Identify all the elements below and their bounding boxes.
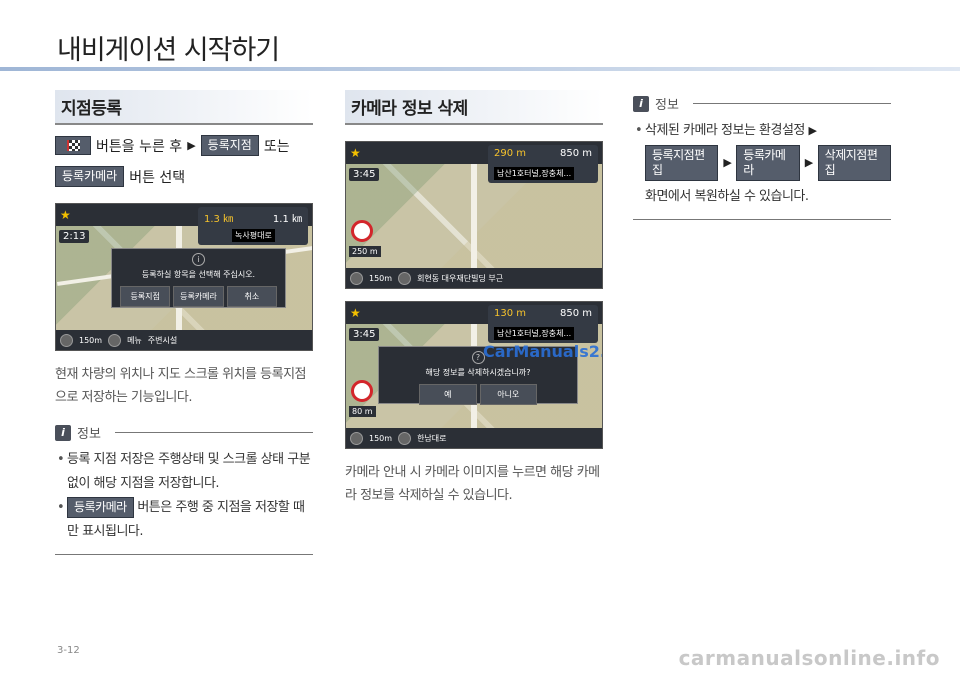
compass-icon[interactable] <box>60 333 73 347</box>
star-icon: ★ <box>60 208 71 222</box>
bottom-bar: 150m 메뉴 주변시설 <box>56 330 312 350</box>
description: 현재 차량의 위치나 지도 스크롤 위치를 등록지점으로 저장하는 기능입니다. <box>55 367 307 405</box>
info-label: 정보 <box>77 427 101 442</box>
volume-icon[interactable] <box>108 333 122 347</box>
arrow-right-icon: ▶ <box>808 124 817 137</box>
cancel-button[interactable]: 취소 <box>226 286 277 307</box>
bottom-bar: 150m 한남대로 <box>346 428 602 448</box>
arrow-right-icon: ▶ <box>187 139 196 152</box>
edit-deleted-tag: 삭제지점편집 <box>817 145 891 181</box>
bottom-bar: 150m 회현동 대우재단빌딩 부근 <box>346 268 602 288</box>
section-heading: 카메라 정보 삭제 <box>345 90 603 125</box>
road-name: 남산1호터널,장충체... <box>494 327 575 340</box>
description: 카메라 안내 시 카메라 이미지를 누르면 해당 카메라 정보를 삭제하실 수 … <box>345 465 600 503</box>
camera-distance: 80 m <box>349 406 376 417</box>
info-bullet: 삭제된 카메라 정보는 환경설정 ▶ <box>633 119 891 143</box>
star-icon: ★ <box>350 306 361 320</box>
info-bullet: 등록 지점 저장은 주행상태 및 스크롤 상태 구분 없이 해당 지점을 저장합… <box>55 448 313 496</box>
menu-button[interactable]: 메뉴 <box>127 335 142 346</box>
info-icon: i <box>55 424 71 441</box>
dialog-message: 등록하실 항목을 선택해 주십시오. <box>141 270 256 279</box>
site-watermark: carmanualsonline.info <box>678 646 940 670</box>
info-label: 정보 <box>655 98 679 113</box>
star-icon: ★ <box>350 146 361 160</box>
scale-label: 150m <box>79 335 103 345</box>
register-poi-button[interactable]: 등록지점 <box>120 286 171 307</box>
current-road: 한남대로 <box>417 433 447 443</box>
camera-icon[interactable] <box>351 220 373 242</box>
guide-distance-2: 850 m <box>559 148 592 159</box>
section-poi-register: 지점등록 버튼을 누른 후 ▶ 등록지점 또는 등록카메라 버튼 선택 ★ 2:… <box>55 90 313 555</box>
compass-icon[interactable] <box>350 431 363 445</box>
road-name: 남산1호터널,장충체... <box>494 167 575 180</box>
edit-poi-tag: 등록지점편집 <box>645 145 719 181</box>
watermark: CarManuals2.com <box>483 342 602 361</box>
section-info: i 정보 삭제된 카메라 정보는 환경설정 ▶ 등록지점편집 ▶ 등록카메라 ▶… <box>633 90 891 220</box>
title-rule <box>0 67 960 71</box>
page-title: 내비게이션 시작하기 <box>57 35 280 66</box>
arrow-right-icon: ▶ <box>804 156 813 169</box>
guide-distance-2: 850 m <box>559 308 592 319</box>
section-heading: 지점등록 <box>55 90 313 125</box>
menu-path: 등록지점편집 ▶ 등록카메라 ▶ 삭제지점편집 <box>633 145 891 181</box>
arrow-right-icon: ▶ <box>723 156 732 169</box>
clock: 3:45 <box>349 168 380 181</box>
select-dialog: i 등록하실 항목을 선택해 주십시오. 등록지점 등록카메라 취소 <box>111 248 286 308</box>
nav-screenshot-camera: ★ 3:45 290 m 850 m 남산1호터널,장충체... 250 m 1… <box>345 141 603 289</box>
guide-distance: 130 m <box>494 308 527 319</box>
camera-icon[interactable] <box>351 380 373 402</box>
dialog-message: 해당 정보를 삭제하시겠습니까? <box>425 368 531 377</box>
info-text: 삭제된 카메라 정보는 환경설정 <box>645 123 805 138</box>
instruction-text: 버튼 선택 <box>129 169 186 186</box>
yes-button[interactable]: 예 <box>419 384 477 405</box>
instruction-line-1: 버튼을 누른 후 ▶ 등록지점 또는 <box>55 135 313 156</box>
clock: 2:13 <box>59 230 90 243</box>
instruction-line-2: 등록카메라 버튼 선택 <box>55 166 313 187</box>
volume-icon[interactable] <box>398 271 412 285</box>
nav-screenshot-delete: ★ 3:45 130 m 850 m 남산1호터널,장충체... ? 해당 정보… <box>345 301 603 449</box>
info-text: 화면에서 복원하실 수 있습니다. <box>645 189 809 204</box>
turn-guide: 1.3 ㎞ 1.1 ㎞ 녹사평대로 <box>198 207 308 245</box>
volume-icon[interactable] <box>398 431 412 445</box>
instruction-text: 버튼을 누른 후 <box>96 138 183 155</box>
nearby-button[interactable]: 주변시설 <box>148 335 177 346</box>
guide-distance-2: 1.1 ㎞ <box>272 214 302 225</box>
register-camera-tag: 등록카메라 <box>55 166 125 187</box>
clock: 3:45 <box>349 328 380 341</box>
flag-icon <box>55 136 91 155</box>
info-header: i 정보 <box>55 423 313 442</box>
no-button[interactable]: 아니오 <box>479 384 537 405</box>
info-bullet: 등록카메라 버튼은 주행 중 지점을 저장할 때만 표시됩니다. <box>55 496 313 544</box>
guide-distance: 290 m <box>494 148 527 159</box>
info-body: 등록 지점 저장은 주행상태 및 스크롤 상태 구분 없이 해당 지점을 저장합… <box>55 448 313 544</box>
compass-icon[interactable] <box>350 271 363 285</box>
road-name: 녹사평대로 <box>232 229 275 242</box>
camera-distance: 250 m <box>349 246 381 257</box>
register-camera-button[interactable]: 등록카메라 <box>173 286 224 307</box>
scale-label: 150m <box>369 273 393 283</box>
turn-guide: 290 m 850 m 남산1호터널,장충체... <box>488 145 598 183</box>
turn-guide: 130 m 850 m 남산1호터널,장충체... <box>488 305 598 343</box>
info-icon: i <box>192 253 205 266</box>
instruction-text: 또는 <box>263 138 290 155</box>
nav-screenshot-register: ★ 2:13 1.3 ㎞ 1.1 ㎞ 녹사평대로 i 등록하실 항목을 선택해 … <box>55 203 313 351</box>
section-camera-delete: 카메라 정보 삭제 ★ 3:45 290 m 850 m 남산1호터널,장충체.… <box>345 90 603 507</box>
register-camera-tag: 등록카메라 <box>736 145 800 181</box>
guide-distance: 1.3 ㎞ <box>204 214 234 225</box>
info-body: 삭제된 카메라 정보는 환경설정 ▶ 등록지점편집 ▶ 등록카메라 ▶ 삭제지점… <box>633 119 891 209</box>
register-poi-tag: 등록지점 <box>200 135 259 156</box>
info-icon: i <box>633 95 649 112</box>
register-camera-tag: 등록카메라 <box>67 497 134 518</box>
page-number: 3-12 <box>57 645 80 656</box>
scale-label: 150m <box>369 433 393 443</box>
current-road: 회현동 대우재단빌딩 부근 <box>417 273 504 283</box>
info-header: i 정보 <box>633 94 891 113</box>
